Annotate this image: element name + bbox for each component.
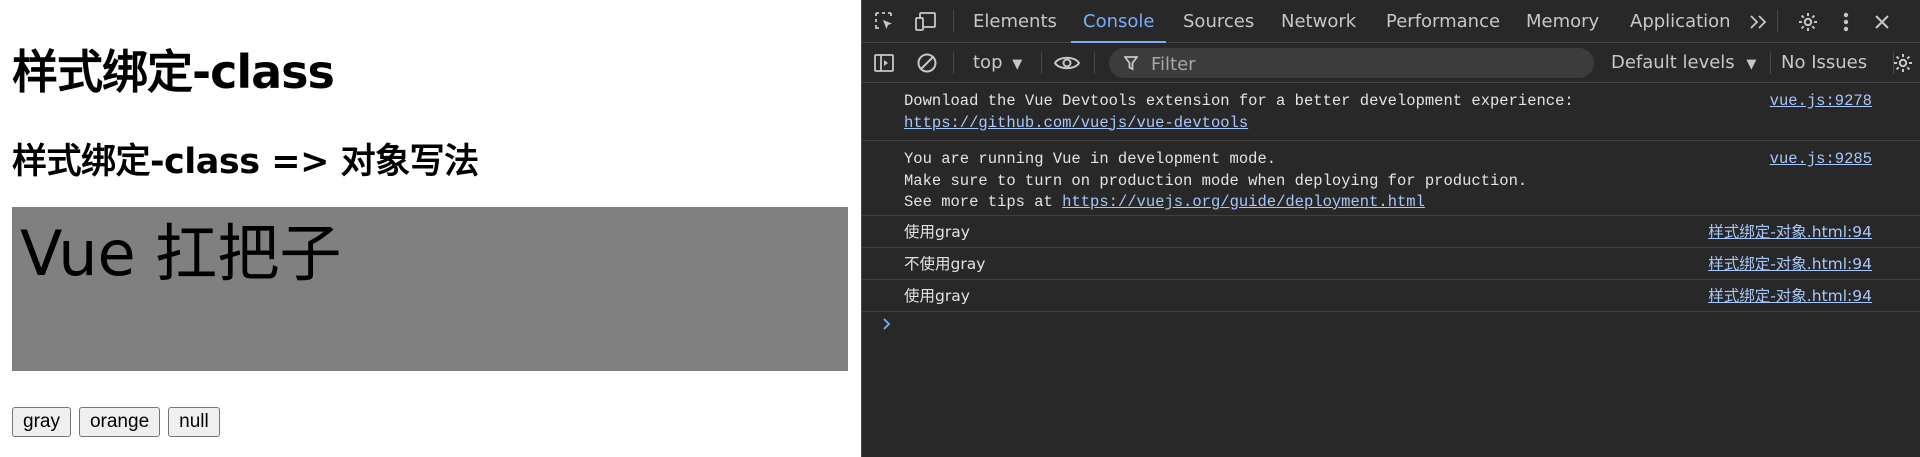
toolbar-separator (953, 52, 954, 74)
filter-input[interactable] (1149, 48, 1583, 80)
orange-button[interactable]: orange (78, 407, 161, 437)
close-devtools-icon[interactable] (1870, 10, 1894, 34)
deployment-guide-link[interactable]: https://vuejs.org/guide/deployment.html (1062, 193, 1425, 211)
more-options-icon[interactable] (1835, 10, 1857, 34)
tab-memory[interactable]: Memory (1526, 0, 1599, 42)
tabbar-separator (953, 10, 954, 32)
styled-box-text: Vue 扛把子 (20, 217, 342, 290)
vue-devtools-link[interactable]: https://github.com/vuejs/vue-devtools (904, 114, 1248, 132)
console-message: 使用gray 样式绑定-对象.html:94 (862, 216, 1920, 248)
context-selector[interactable]: top ▼ (973, 43, 1022, 83)
message-text: You are running Vue in development mode. (904, 150, 1277, 168)
console-message: 不使用gray 样式绑定-对象.html:94 (862, 248, 1920, 280)
console-log: Download the Vue Devtools extension for … (862, 83, 1920, 312)
console-message: 使用gray 样式绑定-对象.html:94 (862, 280, 1920, 312)
tab-application[interactable]: Application (1630, 0, 1731, 42)
button-row: gray orange null (12, 407, 220, 437)
log-levels-label: Default levels (1611, 52, 1735, 73)
message-source-link[interactable]: 样式绑定-对象.html:94 (1708, 286, 1872, 308)
log-levels-dropdown[interactable]: Default levels ▼ (1611, 43, 1756, 83)
devtools-panel: Elements Console Sources Network Perform… (861, 0, 1920, 457)
devtools-tabbar: Elements Console Sources Network Perform… (862, 0, 1920, 43)
message-source-link[interactable]: 样式绑定-对象.html:94 (1708, 222, 1872, 244)
tab-sources[interactable]: Sources (1183, 0, 1254, 42)
chevron-down-icon: ▼ (1012, 57, 1023, 72)
tab-console[interactable]: Console (1070, 0, 1168, 43)
context-value: top (973, 52, 1003, 73)
filter-icon (1123, 55, 1139, 71)
sidebar-toggle-icon[interactable] (872, 51, 896, 75)
message-source-link[interactable]: vue.js:9278 (1770, 91, 1872, 113)
toolbar-separator (1094, 52, 1095, 74)
settings-gear-icon[interactable] (1796, 10, 1820, 34)
more-tabs-icon[interactable] (1747, 11, 1769, 33)
page-title: 样式绑定-class (12, 45, 335, 99)
message-text: Make sure to turn on production mode whe… (904, 171, 1528, 190)
device-toolbar-icon[interactable] (914, 9, 938, 33)
styled-box: Vue 扛把子 (12, 207, 848, 371)
page-viewport: 样式绑定-class 样式绑定-class => 对象写法 Vue 扛把子 gr… (0, 0, 861, 457)
filter-box (1109, 48, 1594, 80)
tabbar-separator (1777, 10, 1778, 32)
issues-button[interactable]: No Issues (1781, 43, 1867, 83)
console-prompt-chevron-icon[interactable] (880, 316, 894, 332)
null-button[interactable]: null (168, 407, 220, 437)
tab-network[interactable]: Network (1281, 0, 1356, 42)
toolbar-separator (1770, 52, 1771, 74)
message-text: See more tips at (904, 193, 1063, 211)
console-toolbar: top ▼ Default levels ▼ No Issues (862, 43, 1920, 83)
tab-elements[interactable]: Elements (973, 0, 1057, 42)
message-source-link[interactable]: vue.js:9285 (1770, 149, 1872, 171)
console-settings-gear-icon[interactable] (1891, 51, 1915, 75)
clear-console-icon[interactable] (915, 51, 939, 75)
chevron-down-icon: ▼ (1746, 57, 1757, 72)
gray-button[interactable]: gray (12, 407, 71, 437)
inspect-element-icon[interactable] (872, 9, 896, 33)
message-text: Download the Vue Devtools extension for … (904, 92, 1574, 110)
page-subtitle: 样式绑定-class => 对象写法 (12, 142, 479, 182)
tab-performance[interactable]: Performance (1386, 0, 1500, 42)
live-expression-eye-icon[interactable] (1053, 51, 1081, 75)
console-message: Download the Vue Devtools extension for … (862, 83, 1920, 141)
toolbar-separator (1041, 52, 1042, 74)
message-source-link[interactable]: 样式绑定-对象.html:94 (1708, 254, 1872, 276)
console-message: You are running Vue in development mode.… (862, 141, 1920, 216)
